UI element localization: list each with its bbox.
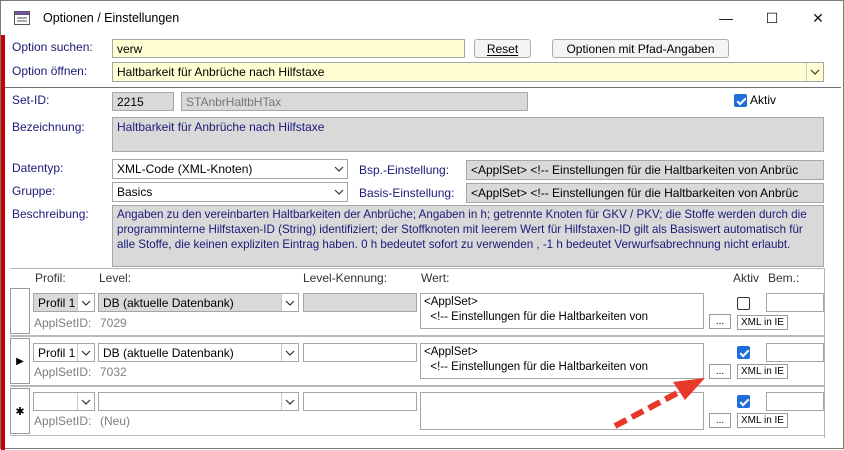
- xml-in-ie-button[interactable]: XML in IE: [737, 315, 788, 330]
- aktiv-checkbox[interactable]: [734, 94, 747, 107]
- xml-in-ie-button[interactable]: XML in IE: [737, 413, 788, 428]
- row-separator: [10, 435, 824, 436]
- level-kennung-field[interactable]: [303, 392, 417, 411]
- profil-value: Profil 1: [38, 346, 76, 360]
- gruppe-label: Gruppe:: [12, 184, 56, 198]
- grid-right-border: [824, 268, 825, 438]
- datentyp-label: Datentyp:: [12, 161, 64, 175]
- row-selector-new[interactable]: ✱: [10, 388, 30, 434]
- minimize-icon: —: [719, 10, 733, 26]
- ellipsis-button[interactable]: ...: [709, 413, 731, 428]
- chevron-down-icon[interactable]: [281, 294, 298, 311]
- grid-header-level: Level:: [99, 271, 132, 285]
- bem-field[interactable]: [766, 293, 824, 312]
- applsetid-label: ApplSetID:: [34, 414, 92, 428]
- level-kennung-field[interactable]: [303, 293, 417, 312]
- reset-button[interactable]: Reset: [474, 39, 531, 58]
- bem-field[interactable]: [766, 392, 824, 411]
- search-label: Option suchen:: [12, 40, 93, 54]
- gruppe-value: Basics: [117, 185, 153, 199]
- close-icon: ✕: [812, 9, 824, 26]
- gruppe-combobox[interactable]: Basics: [112, 182, 348, 202]
- beschreibung-label: Beschreibung:: [12, 207, 89, 221]
- path-options-button-label: Optionen mit Pfad-Angaben: [566, 41, 715, 56]
- open-option-label: Option öffnen:: [12, 64, 88, 78]
- chevron-down-icon[interactable]: [77, 294, 94, 311]
- form-icon: [14, 11, 30, 25]
- open-option-combobox[interactable]: Haltbarkeit für Anbrüche nach Hilfstaxe: [112, 62, 824, 82]
- chevron-down-icon[interactable]: [281, 344, 298, 361]
- reset-button-label: Reset: [486, 41, 519, 56]
- profil-combobox[interactable]: [33, 392, 95, 411]
- maximize-button[interactable]: ☐: [749, 1, 795, 35]
- applsetid-value: 7032: [100, 365, 127, 379]
- row-aktiv-checkbox[interactable]: [737, 395, 750, 408]
- grid-header-kennung: Level-Kennung:: [303, 271, 388, 285]
- header-separator: [5, 87, 841, 88]
- chevron-down-icon[interactable]: [77, 393, 94, 410]
- set-id-field: 2215: [112, 92, 174, 111]
- wert-line-1: <ApplSet>: [424, 296, 478, 308]
- xml-in-ie-button[interactable]: XML in IE: [737, 364, 788, 379]
- profil-combobox[interactable]: Profil 1: [33, 293, 95, 312]
- title-bar: Optionen / Einstellungen — ☐ ✕: [1, 1, 843, 35]
- level-kennung-field[interactable]: [303, 343, 417, 362]
- chevron-down-icon[interactable]: [77, 344, 94, 361]
- row-selector-current[interactable]: ▶: [10, 338, 30, 384]
- search-input[interactable]: verw: [112, 39, 465, 58]
- bezeichnung-label: Bezeichnung:: [12, 120, 85, 134]
- maximize-icon: ☐: [765, 9, 779, 26]
- bem-field[interactable]: [766, 343, 824, 362]
- grid-header-wert: Wert:: [421, 271, 450, 285]
- ellipsis-button[interactable]: ...: [709, 314, 731, 329]
- open-option-value: Haltbarkeit für Anbrüche nach Hilfstaxe: [117, 65, 325, 79]
- window-title: Optionen / Einstellungen: [43, 11, 180, 25]
- minimize-button[interactable]: —: [703, 1, 749, 35]
- applsetid-value: 7029: [100, 316, 127, 330]
- row-aktiv-checkbox[interactable]: [737, 346, 750, 359]
- basis-label: Basis-Einstellung:: [359, 186, 455, 200]
- grid-header-aktiv: Aktiv: [733, 271, 760, 285]
- set-id-label: Set-ID:: [12, 93, 50, 107]
- close-button[interactable]: ✕: [795, 1, 841, 35]
- profil-combobox[interactable]: Profil 1: [33, 343, 95, 362]
- options-window: Optionen / Einstellungen — ☐ ✕ Option su…: [0, 0, 844, 450]
- applsetid-label: ApplSetID:: [34, 316, 92, 330]
- level-combobox[interactable]: DB (aktuelle Datenbank): [98, 343, 299, 362]
- chevron-down-icon[interactable]: [281, 393, 298, 410]
- path-options-button[interactable]: Optionen mit Pfad-Angaben: [552, 39, 729, 58]
- wert-field[interactable]: <ApplSet> <!-- Einstellungen für die Hal…: [420, 293, 704, 329]
- bsp-label: Bsp.-Einstellung:: [359, 163, 450, 177]
- window-accent-edge: [1, 35, 5, 450]
- row-separator: [10, 335, 824, 337]
- chevron-down-icon[interactable]: [330, 183, 347, 201]
- bsp-field: <ApplSet> <!-- Einstellungen für die Hal…: [466, 160, 824, 180]
- annotation-arrow-icon: [613, 378, 705, 429]
- wert-line-2: <!-- Einstellungen für die Haltbarkeiten…: [424, 311, 649, 323]
- grid-top-border: [10, 268, 824, 269]
- chevron-down-icon[interactable]: [330, 160, 347, 178]
- level-combobox[interactable]: [98, 392, 299, 411]
- grid-header-bem: Bem.:: [768, 271, 800, 285]
- profil-value: Profil 1: [38, 296, 76, 310]
- row-aktiv-checkbox[interactable]: [737, 297, 750, 310]
- chevron-down-icon[interactable]: [806, 63, 823, 81]
- level-value: DB (aktuelle Datenbank): [103, 346, 234, 360]
- level-value: DB (aktuelle Datenbank): [103, 296, 234, 310]
- bezeichnung-field: Haltbarkeit für Anbrüche nach Hilfstaxe: [112, 117, 824, 152]
- datentyp-value: XML-Code (XML-Knoten): [117, 162, 253, 176]
- applsetid-label: ApplSetID:: [34, 365, 92, 379]
- grid-header-profil: Profil:: [35, 271, 66, 285]
- row-selector[interactable]: [10, 288, 30, 334]
- basis-field: <ApplSet> <!-- Einstellungen für die Hal…: [466, 183, 824, 203]
- ellipsis-button[interactable]: ...: [709, 364, 731, 379]
- datentyp-combobox[interactable]: XML-Code (XML-Knoten): [112, 159, 348, 179]
- wert-line-1: <ApplSet>: [424, 346, 478, 358]
- beschreibung-field: Angaben zu den vereinbarten Haltbarkeite…: [112, 205, 824, 267]
- aktiv-label: Aktiv: [750, 93, 777, 107]
- set-key-field: STAnbrHaltbHTax: [181, 92, 528, 111]
- level-combobox[interactable]: DB (aktuelle Datenbank): [98, 293, 299, 312]
- applsetid-value: (Neu): [100, 414, 131, 428]
